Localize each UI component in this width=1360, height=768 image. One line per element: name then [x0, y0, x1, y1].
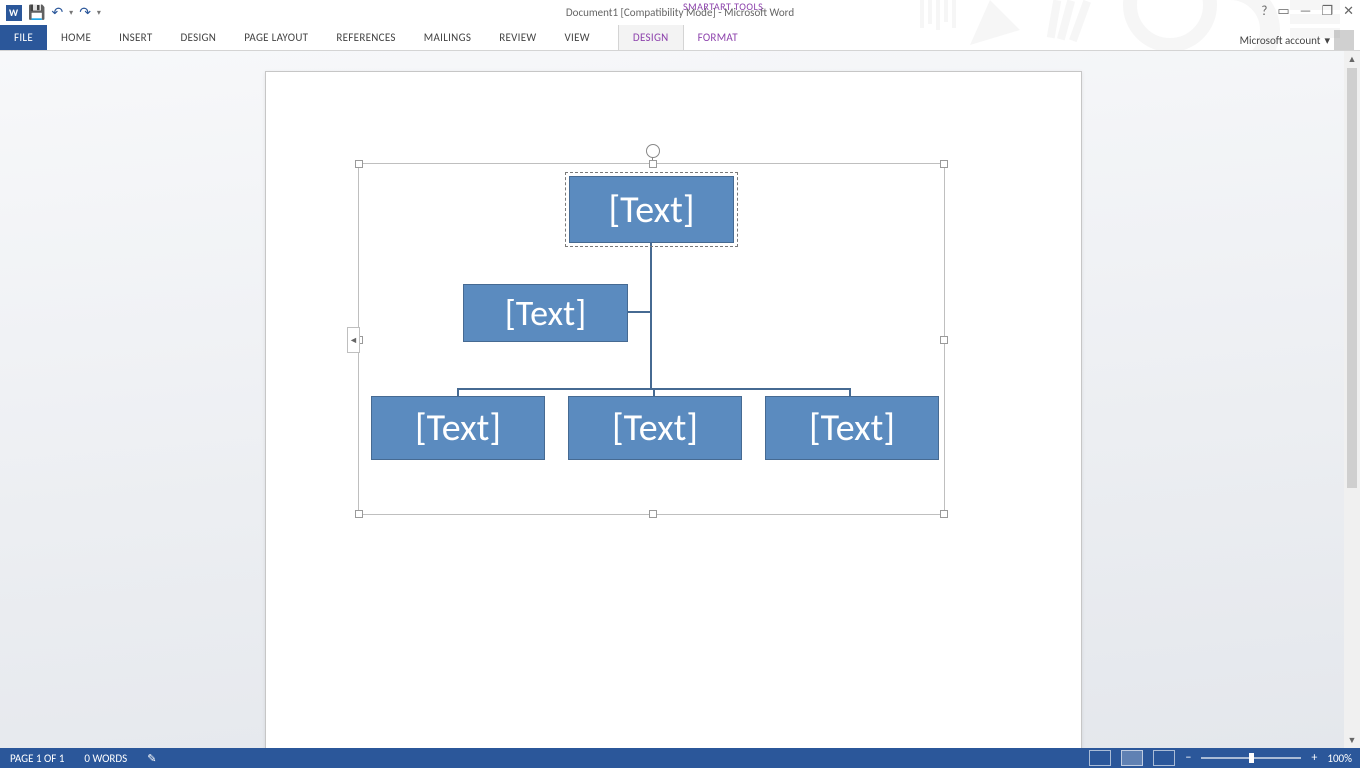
zoom-in-button[interactable]: + — [1311, 751, 1317, 765]
status-page[interactable]: PAGE 1 OF 1 — [0, 752, 74, 765]
scroll-thumb[interactable] — [1347, 68, 1357, 488]
connector — [650, 241, 652, 389]
view-web-layout-icon[interactable] — [1153, 750, 1175, 766]
orgchart-node-child-2[interactable]: [Text] — [568, 396, 742, 460]
account-label: Microsoft account — [1240, 34, 1321, 47]
node-text: [Text] — [608, 187, 694, 233]
orgchart-node-top[interactable]: [Text] — [569, 176, 734, 243]
view-read-mode-icon[interactable] — [1089, 750, 1111, 766]
tab-mailings[interactable]: MAILINGS — [410, 25, 485, 50]
title-bar: 💾 ↶ ▾ ↷ ▾ Document1 [Compatibility Mode]… — [0, 0, 1360, 25]
smartart-tools-label: SMARTART TOOLS — [683, 0, 763, 13]
connector — [626, 311, 650, 313]
resize-handle[interactable] — [940, 160, 948, 168]
node-text: [Text] — [505, 291, 587, 335]
rotate-handle-icon[interactable] — [646, 144, 660, 158]
orgchart-node-child-1[interactable]: [Text] — [371, 396, 545, 460]
tab-file[interactable]: FILE — [0, 25, 47, 50]
text-pane-toggle[interactable]: ◄ — [347, 327, 360, 353]
redo-icon[interactable]: ↷ — [79, 4, 91, 21]
tab-smartart-design[interactable]: DESIGN — [618, 24, 684, 50]
status-bar: PAGE 1 OF 1 0 WORDS ✎ − + 100% — [0, 748, 1360, 768]
scroll-down-icon[interactable]: ▼ — [1344, 732, 1360, 748]
qat-customize-icon[interactable]: ▾ — [97, 8, 101, 18]
restore-icon[interactable]: ❐ — [1321, 4, 1333, 19]
zoom-slider[interactable] — [1201, 757, 1301, 759]
tab-review[interactable]: REVIEW — [485, 25, 550, 50]
resize-handle[interactable] — [649, 160, 657, 168]
context-tools-label: SMARTART TOOLS — [683, 0, 763, 13]
document-page[interactable]: ◄ [Text] [Text] [Text] [Text] [Text] — [265, 71, 1082, 748]
window-controls: ? ▭ — ❐ ✕ — [1261, 4, 1354, 19]
smartart-frame[interactable]: ◄ [Text] [Text] [Text] [Text] [Text] — [358, 163, 945, 515]
chevron-down-icon: ▾ — [1324, 34, 1330, 47]
undo-dropdown-icon[interactable]: ▾ — [69, 8, 73, 18]
account-menu[interactable]: Microsoft account ▾ — [1240, 30, 1354, 50]
view-print-layout-icon[interactable] — [1121, 750, 1143, 766]
quick-access-toolbar: 💾 ↶ ▾ ↷ ▾ — [0, 4, 101, 21]
close-icon[interactable]: ✕ — [1343, 4, 1354, 19]
node-text: [Text] — [612, 405, 698, 451]
resize-handle[interactable] — [940, 336, 948, 344]
tab-home[interactable]: HOME — [47, 25, 105, 50]
node-text: [Text] — [809, 405, 895, 451]
resize-handle[interactable] — [355, 510, 363, 518]
word-icon[interactable] — [6, 5, 22, 21]
document-workspace[interactable]: ◄ [Text] [Text] [Text] [Text] [Text] ▲ ▼ — [0, 51, 1360, 748]
ribbon-display-icon[interactable]: ▭ — [1277, 4, 1289, 19]
zoom-level[interactable]: 100% — [1327, 752, 1352, 765]
save-icon[interactable]: 💾 — [28, 4, 45, 21]
undo-icon[interactable]: ↶ — [51, 4, 63, 21]
ribbon-tabs: FILE HOME INSERT DESIGN PAGE LAYOUT REFE… — [0, 25, 1360, 50]
tab-smartart-format[interactable]: FORMAT — [684, 25, 752, 50]
resize-handle[interactable] — [940, 510, 948, 518]
minimize-icon[interactable]: — — [1300, 4, 1312, 19]
orgchart-node-assistant[interactable]: [Text] — [463, 284, 628, 342]
help-icon[interactable]: ? — [1261, 4, 1267, 19]
tab-design[interactable]: DESIGN — [166, 25, 230, 50]
tab-view[interactable]: VIEW — [551, 25, 604, 50]
vertical-scrollbar[interactable]: ▲ ▼ — [1344, 51, 1360, 748]
zoom-out-button[interactable]: − — [1185, 751, 1191, 765]
orgchart-node-child-3[interactable]: [Text] — [765, 396, 939, 460]
resize-handle[interactable] — [649, 510, 657, 518]
proofing-icon[interactable]: ✎ — [137, 752, 166, 765]
tab-insert[interactable]: INSERT — [105, 25, 166, 50]
avatar-icon — [1334, 30, 1354, 50]
tab-references[interactable]: REFERENCES — [322, 25, 409, 50]
tab-page-layout[interactable]: PAGE LAYOUT — [230, 25, 322, 50]
node-text: [Text] — [415, 405, 501, 451]
resize-handle[interactable] — [355, 160, 363, 168]
status-words[interactable]: 0 WORDS — [74, 752, 137, 765]
scroll-up-icon[interactable]: ▲ — [1344, 51, 1360, 67]
